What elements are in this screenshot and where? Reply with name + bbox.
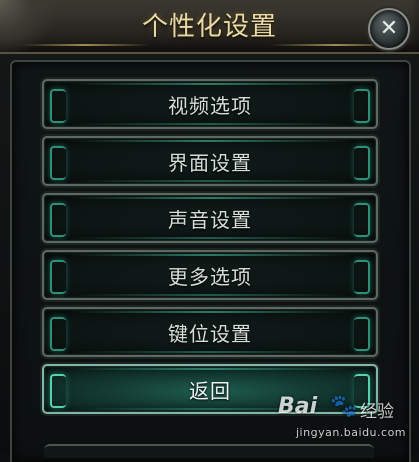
settings-dialog: 个性化设置 ✕ 视频选项 界面设置 声音设置 更多选项 键位设置 返回 Bai [0, 0, 419, 462]
button-glow [68, 311, 352, 313]
more-options-label: 更多选项 [168, 264, 252, 289]
more-options-button[interactable]: 更多选项 [42, 250, 378, 300]
back-label: 返回 [189, 378, 231, 403]
watermark-cn-text: 经验 [360, 402, 394, 422]
video-options-button[interactable]: 视频选项 [42, 79, 378, 129]
sound-settings-button[interactable]: 声音设置 [42, 193, 378, 243]
baidu-watermark: Bai 🐾 经验 jingyan.baidu.com [278, 392, 418, 448]
title-ornament-left [20, 44, 150, 46]
interface-settings-button[interactable]: 界面设置 [42, 136, 378, 186]
button-glow [68, 237, 352, 239]
interface-settings-label: 界面设置 [168, 150, 252, 175]
button-glow [68, 351, 352, 353]
dialog-title: 个性化设置 [141, 12, 277, 42]
button-glow [68, 140, 352, 142]
keybinding-settings-label: 键位设置 [168, 321, 252, 346]
close-button[interactable]: ✕ [368, 8, 410, 50]
button-glow [68, 123, 352, 125]
watermark-url: jingyan.baidu.com [296, 426, 407, 439]
paw-icon: 🐾 [330, 394, 358, 419]
button-glow [68, 368, 352, 370]
baidu-logo-text: Bai [278, 394, 318, 419]
button-glow [68, 180, 352, 182]
button-glow [68, 294, 352, 296]
sound-settings-label: 声音设置 [168, 207, 252, 232]
dialog-title-bar: 个性化设置 ✕ [0, 0, 419, 54]
keybinding-settings-button[interactable]: 键位设置 [42, 307, 378, 357]
button-glow [68, 197, 352, 199]
button-glow [68, 254, 352, 256]
button-glow [68, 83, 352, 85]
close-icon: ✕ [379, 16, 399, 41]
video-options-label: 视频选项 [168, 93, 252, 118]
